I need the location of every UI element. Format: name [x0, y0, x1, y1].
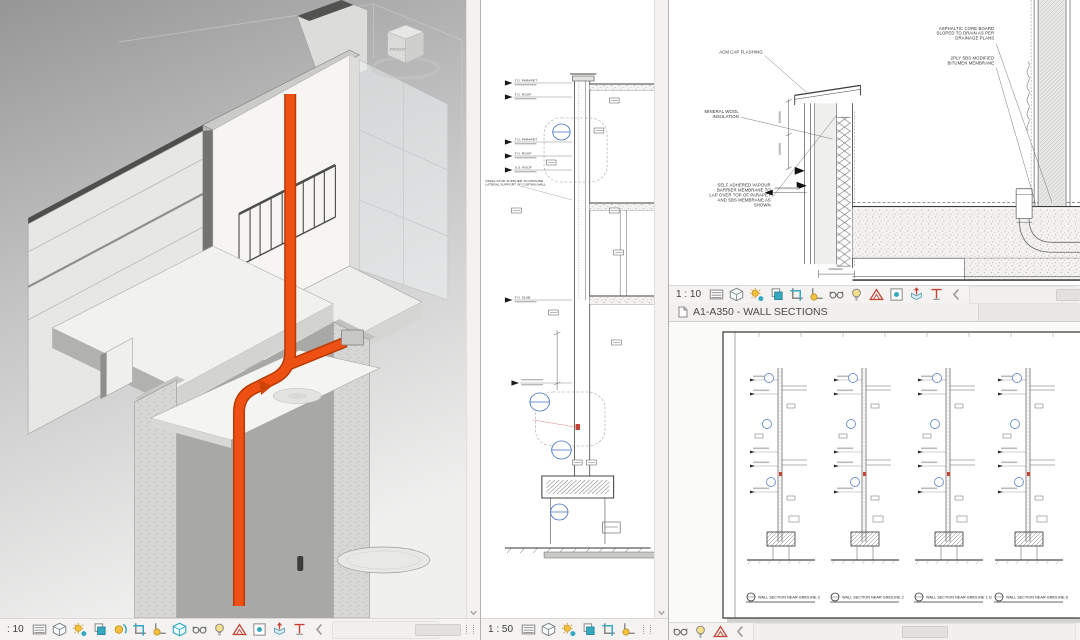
sheet-tab-bar: A1-A350 - WALL SECTIONS — [669, 303, 1080, 322]
detail-level-icon[interactable] — [521, 622, 536, 637]
svg-text:T.O. ROOF: T.O. ROOF — [515, 152, 532, 156]
reveal-hidden-icon[interactable] — [212, 622, 227, 637]
chevron-left-icon[interactable] — [949, 287, 964, 302]
tab-sheet-a1-a350[interactable]: A1-A350 - WALL SECTIONS — [669, 303, 979, 321]
sheet-view-pane[interactable]: WALL SECTION NEAR GRIDLINE 3 WALL SECTIO… — [669, 322, 1080, 622]
acm-annotation: ACM CAP FLASHING — [719, 50, 763, 55]
bitumen-annotation: 2PLY SBS MODIFIEDBITUMEN MEMBRANE — [947, 56, 994, 66]
viewcube-front-label: FRONT — [390, 47, 406, 52]
scrollbar-thumb[interactable] — [415, 624, 461, 636]
reveal-hidden-icon[interactable] — [693, 624, 708, 639]
view-control-bar-section: 1 : 50 — [481, 618, 668, 640]
show-crop-icon[interactable] — [152, 622, 167, 637]
scale-control[interactable]: : 10 — [4, 624, 27, 635]
sun-settings-icon[interactable] — [112, 622, 127, 637]
3d-vertical-scrollbar[interactable] — [466, 0, 480, 618]
section-vertical-scrollbar[interactable] — [654, 0, 668, 618]
horizontal-scrollbar-sheet[interactable] — [753, 623, 1076, 640]
door-handle[interactable] — [297, 556, 303, 571]
svg-text:T.O. ROOF: T.O. ROOF — [515, 93, 532, 97]
right-view-column: ACM CAP FLASHING ASPHALTIC CORE BOARDSLO… — [669, 0, 1080, 640]
scrollbar-thumb[interactable] — [902, 626, 948, 638]
scrollbar-thumb[interactable] — [1056, 289, 1080, 301]
shadows-icon[interactable] — [581, 622, 596, 637]
shadows-icon[interactable] — [769, 287, 784, 302]
reveal-hidden-icon[interactable] — [849, 287, 864, 302]
crop-view-icon[interactable] — [789, 287, 804, 302]
reveal-constraints-icon[interactable] — [929, 287, 944, 302]
sun-path-icon[interactable] — [72, 622, 87, 637]
sun-path-icon[interactable] — [561, 622, 576, 637]
svg-text:WALL SECTION NEAR GRIDLINE 3: WALL SECTION NEAR GRIDLINE 3 — [758, 596, 820, 600]
view-control-bar-detail: 1 : 10 — [669, 285, 1080, 303]
analytical-model-icon[interactable] — [869, 287, 884, 302]
displacement-icon[interactable] — [272, 622, 287, 637]
scale-control[interactable]: 1 : 10 — [673, 289, 704, 300]
temporary-hide-icon[interactable] — [829, 287, 844, 302]
show-crop-icon[interactable] — [809, 287, 824, 302]
reveal-constraints-icon[interactable] — [292, 622, 307, 637]
detail-level-icon[interactable] — [709, 287, 724, 302]
resize-grip[interactable] — [466, 625, 474, 634]
svg-text:U.S. ROOF: U.S. ROOF — [515, 166, 532, 170]
svg-text:STEEL STUD SUPPLIER TO PROVIDE: STEEL STUD SUPPLIER TO PROVIDELATERAL SU… — [485, 179, 546, 186]
3d-view-pane[interactable]: FRONT : 10 — [0, 0, 481, 640]
wall-section-view-pane[interactable]: T.O. PARAPET T.O. ROOF T.O. PARAPET T.O.… — [481, 0, 669, 640]
sheet-paper — [723, 332, 1080, 618]
visual-style-icon[interactable] — [729, 287, 744, 302]
displacement-icon[interactable] — [909, 287, 924, 302]
chevron-down-icon[interactable] — [656, 605, 667, 616]
shadows-icon[interactable] — [92, 622, 107, 637]
sun-path-icon[interactable] — [749, 287, 764, 302]
revit-tiled-views: FRONT : 10 — [0, 0, 1080, 640]
pipe-valve-box[interactable] — [341, 330, 363, 345]
red-highlight-element[interactable] — [576, 424, 580, 430]
svg-text:WALL SECTION NEAR GRIDLINE 1 G: WALL SECTION NEAR GRIDLINE 1 G — [926, 596, 992, 600]
show-crop-icon[interactable] — [621, 622, 636, 637]
detail-canvas[interactable]: ACM CAP FLASHING ASPHALTIC CORE BOARDSLO… — [669, 0, 1080, 285]
temporary-hide-icon[interactable] — [673, 624, 688, 639]
chevron-left-icon[interactable] — [312, 622, 327, 637]
sheet-canvas[interactable]: WALL SECTION NEAR GRIDLINE 3 WALL SECTIO… — [669, 322, 1080, 622]
svg-text:T.O. PARAPET: T.O. PARAPET — [515, 138, 537, 142]
chevron-left-icon[interactable] — [733, 624, 748, 639]
svg-text:WALL SECTION NEAR GRIDLINE 8: WALL SECTION NEAR GRIDLINE 8 — [1006, 596, 1068, 600]
horizontal-scrollbar-detail[interactable] — [969, 286, 1076, 304]
svg-text:T.O. PARAPET: T.O. PARAPET — [515, 79, 537, 83]
wall-section-canvas[interactable]: T.O. PARAPET T.O. ROOF T.O. PARAPET T.O.… — [481, 0, 668, 618]
svg-text:WALL SECTION NEAR GRIDLINE 2: WALL SECTION NEAR GRIDLINE 2 — [842, 596, 904, 600]
temporary-view-icon[interactable] — [889, 287, 904, 302]
chevron-down-icon[interactable] — [468, 605, 479, 616]
3d-model-canvas[interactable]: FRONT — [0, 0, 480, 618]
view-control-bar-3d: : 10 — [0, 618, 480, 640]
sheet-icon — [678, 306, 688, 318]
temporary-view-icon[interactable] — [252, 622, 267, 637]
horizontal-scrollbar-3d[interactable] — [332, 621, 439, 639]
analytical-model-icon[interactable] — [232, 622, 247, 637]
view-control-bar-sheet — [669, 622, 1080, 640]
svg-text:T.O. SLAB: T.O. SLAB — [515, 296, 531, 300]
scale-control[interactable]: 1 : 50 — [485, 624, 516, 635]
temporary-hide-icon[interactable] — [192, 622, 207, 637]
crop-view-icon[interactable] — [132, 622, 147, 637]
analytical-model-icon[interactable] — [713, 624, 728, 639]
sheet-tab-label: A1-A350 - WALL SECTIONS — [693, 306, 828, 318]
bar-overflow-grip[interactable] — [643, 625, 651, 634]
visual-style-icon[interactable] — [52, 622, 67, 637]
crop-view-icon[interactable] — [601, 622, 616, 637]
round-table[interactable] — [337, 547, 429, 573]
section-box-icon[interactable] — [172, 622, 187, 637]
visual-style-icon[interactable] — [541, 622, 556, 637]
detail-view-pane[interactable]: ACM CAP FLASHING ASPHALTIC CORE BOARDSLO… — [669, 0, 1080, 285]
detail-level-icon[interactable] — [32, 622, 47, 637]
